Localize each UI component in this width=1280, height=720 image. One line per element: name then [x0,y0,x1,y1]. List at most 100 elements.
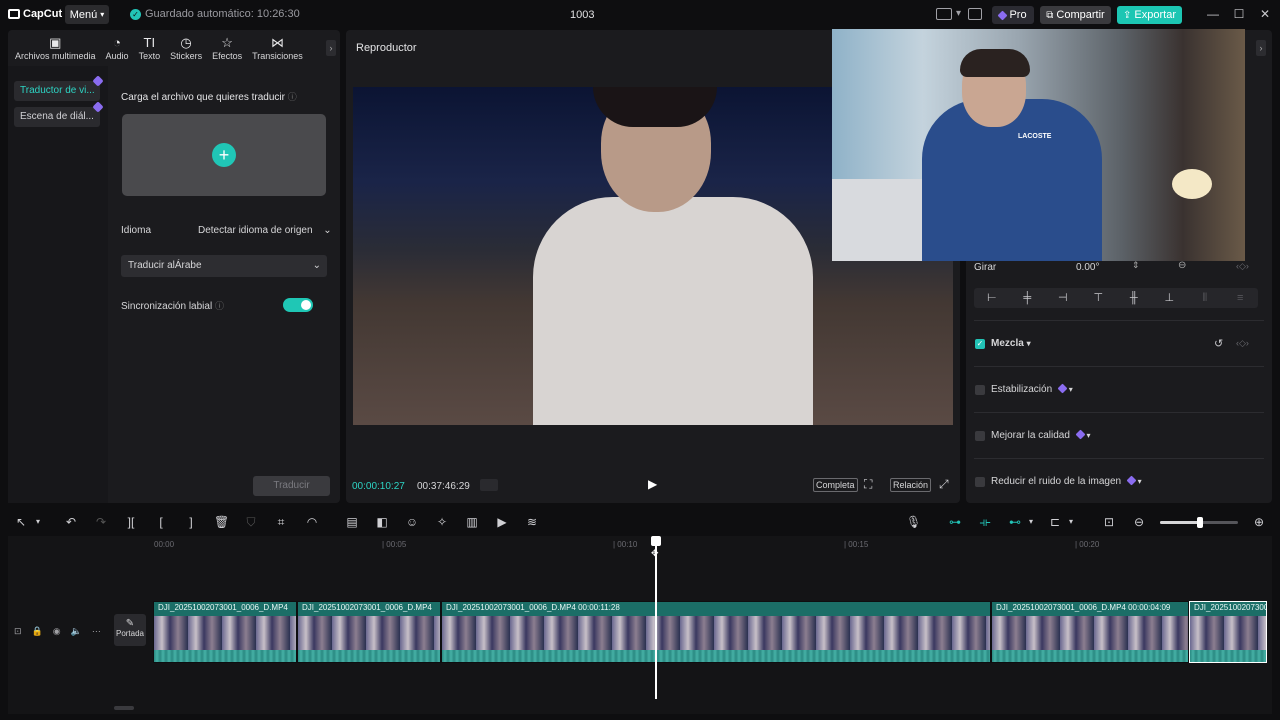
info-icon[interactable]: ⓘ [215,301,224,311]
align-bottom-icon[interactable]: ⊥ [1152,288,1188,308]
main-track-magnet-icon[interactable]: ⊶ [946,514,964,530]
eye-icon[interactable]: ◉ [53,626,61,637]
timeline-clip[interactable]: DJI_20251002073001_0006_D.MP4 [297,601,441,663]
zoom-slider-knob[interactable] [1197,517,1203,528]
cover-button[interactable]: ✎ Portada [114,614,146,646]
layout-icon[interactable] [936,8,952,20]
quality-checkbox[interactable] [975,431,985,441]
undo-icon[interactable]: ↶ [64,514,78,530]
align-right-icon[interactable]: ⊣ [1045,288,1081,308]
tab-audio[interactable]: ◔ Audio [101,30,134,66]
project-title[interactable]: 1003 [570,9,594,21]
quality-row[interactable]: Mejorar la calidad ▾ [991,429,1091,441]
timeline-scrollbar[interactable] [114,706,134,710]
zoom-out-icon[interactable]: ⊖ [1132,514,1146,530]
tab-transitions[interactable]: ⋈ Transiciones [247,30,308,66]
align-center-h-icon[interactable]: ╪ [1010,288,1046,308]
mirror-icon[interactable]: ◧ [374,514,390,530]
chevron-down-icon[interactable]: ▾ [956,8,961,19]
share-button[interactable]: ⧉ Compartir [1040,6,1111,24]
denoise-row[interactable]: Reducir el ruido de la imagen ▾ [991,475,1142,487]
split-left-icon[interactable]: [ [154,514,168,530]
target-language-select[interactable]: Traducir alÁrabe ⌄ [121,255,327,277]
full-button[interactable]: Completa [813,478,858,492]
menu-button[interactable]: Menú ▾ [65,5,109,24]
distribute-h-icon[interactable]: ⫴ [1187,288,1223,308]
rotate-knob-icon[interactable]: ⊖ [1178,260,1186,271]
split-right-icon[interactable]: ] [184,514,198,530]
close-icon[interactable]: ✕ [1258,7,1272,21]
tabs-scroll-right-icon[interactable]: › [326,40,336,56]
video-enhance-icon[interactable]: ▶ [494,514,510,530]
align-left-icon[interactable]: ⊢ [974,288,1010,308]
magic-wand-icon[interactable]: ✧ [434,514,450,530]
stepper-icon[interactable]: ⇕ [1132,260,1140,271]
play-icon[interactable]: ▶ [648,477,657,491]
upload-dropzone[interactable]: + [122,114,326,196]
lipsync-toggle[interactable] [283,298,313,312]
playhead[interactable] [655,536,657,699]
fit-timeline-icon[interactable]: ⊡ [1100,514,1118,530]
audio-wave-icon[interactable]: ≋ [524,514,540,530]
zoom-in-icon[interactable]: ⊕ [1252,514,1266,530]
denoise-checkbox[interactable] [975,477,985,487]
redo-icon[interactable]: ↷ [94,514,108,530]
fit-icon[interactable]: ⛶ [864,477,872,492]
tab-stickers[interactable]: ◷ Stickers [165,30,207,66]
keyframe-icon[interactable]: ‹◇› [1236,261,1249,272]
subnav-item-video-translator[interactable]: Traductor de vi... [14,81,100,101]
stabilization-checkbox[interactable] [975,385,985,395]
tab-text[interactable]: TI Texto [134,30,166,66]
track-collapse-icon[interactable]: ⊡ [14,626,22,637]
link-icon[interactable]: ⊷ [1006,514,1024,530]
keyboard-icon[interactable] [968,8,982,20]
timeline-clip[interactable]: DJI_20251002073001_0006_D.MP4 00:00:11:2… [441,601,991,663]
grid-icon[interactable] [480,479,498,491]
more-icon[interactable]: ⋯ [92,626,101,637]
timeline-clip[interactable]: DJI_20251002073001_0006_D.MP4 00:00:04:0… [991,601,1189,663]
microphone-icon[interactable]: 🎙 [906,514,921,530]
preview-axis-icon[interactable]: ⊏ [1046,514,1064,530]
chevron-down-icon[interactable]: ▾ [1066,514,1076,530]
distribute-v-icon[interactable]: ≡ [1223,288,1259,308]
chevron-down-icon[interactable]: ▾ [1026,514,1036,530]
fullscreen-icon[interactable]: ⤢ [939,477,949,492]
reset-icon[interactable]: ↺ [1214,337,1223,350]
select-cursor-icon[interactable]: ↖ [14,514,28,530]
playhead-handle[interactable] [651,536,661,546]
pro-button[interactable]: Pro [992,6,1034,24]
plus-icon[interactable]: + [212,143,236,167]
timeline-clip-selected[interactable]: DJI_20251002073001 [1189,601,1267,663]
blend-checkbox[interactable]: ✓ [975,339,985,349]
timeline-clip[interactable]: DJI_20251002073001_0006_D.MP4 [153,601,297,663]
tab-media[interactable]: ▣ Archivos multimedia [10,30,101,66]
stabilization-row[interactable]: Estabilización ▾ [991,383,1073,395]
hd-icon[interactable]: ▥ [464,514,480,530]
speaker-icon[interactable]: 🔈 [71,626,82,637]
translate-button[interactable]: Traducir [253,476,330,496]
ai-person-icon[interactable]: ☺ [404,514,420,530]
shield-icon[interactable]: ⛉ [244,514,258,530]
ratio-button[interactable]: Relación [890,478,932,492]
source-language-select[interactable]: Detectar idioma de origen ⌄ [198,225,332,236]
subnav-item-dialogue-scene[interactable]: Escena de diál... [14,107,100,127]
speed-icon[interactable]: ◠ [304,514,320,530]
keyframe-icon[interactable]: ‹◇› [1236,338,1249,349]
info-icon[interactable]: ⓘ [288,92,297,102]
minimize-icon[interactable]: — [1206,7,1220,21]
split-icon[interactable]: ][ [124,514,138,530]
align-center-v-icon[interactable]: ╫ [1116,288,1152,308]
maximize-icon[interactable]: ☐ [1232,7,1246,21]
rotate-value[interactable]: 0.00° [1076,262,1099,273]
panel-scroll-right-icon[interactable]: › [1256,40,1266,56]
crop-icon[interactable]: ⌗ [274,514,288,530]
auto-snap-icon[interactable]: ⟛ [976,514,994,530]
lock-icon[interactable]: 🔒 [32,626,43,637]
tab-effects[interactable]: ☆ Efectos [207,30,247,66]
delete-icon[interactable]: 🗑 [214,514,229,530]
export-button[interactable]: ⇪ Exportar [1117,6,1182,24]
zoom-slider[interactable] [1160,517,1238,528]
chevron-down-icon[interactable]: ▾ [33,514,43,530]
blend-row[interactable]: Mezcla ▾ [991,338,1031,349]
align-top-icon[interactable]: ⊤ [1081,288,1117,308]
